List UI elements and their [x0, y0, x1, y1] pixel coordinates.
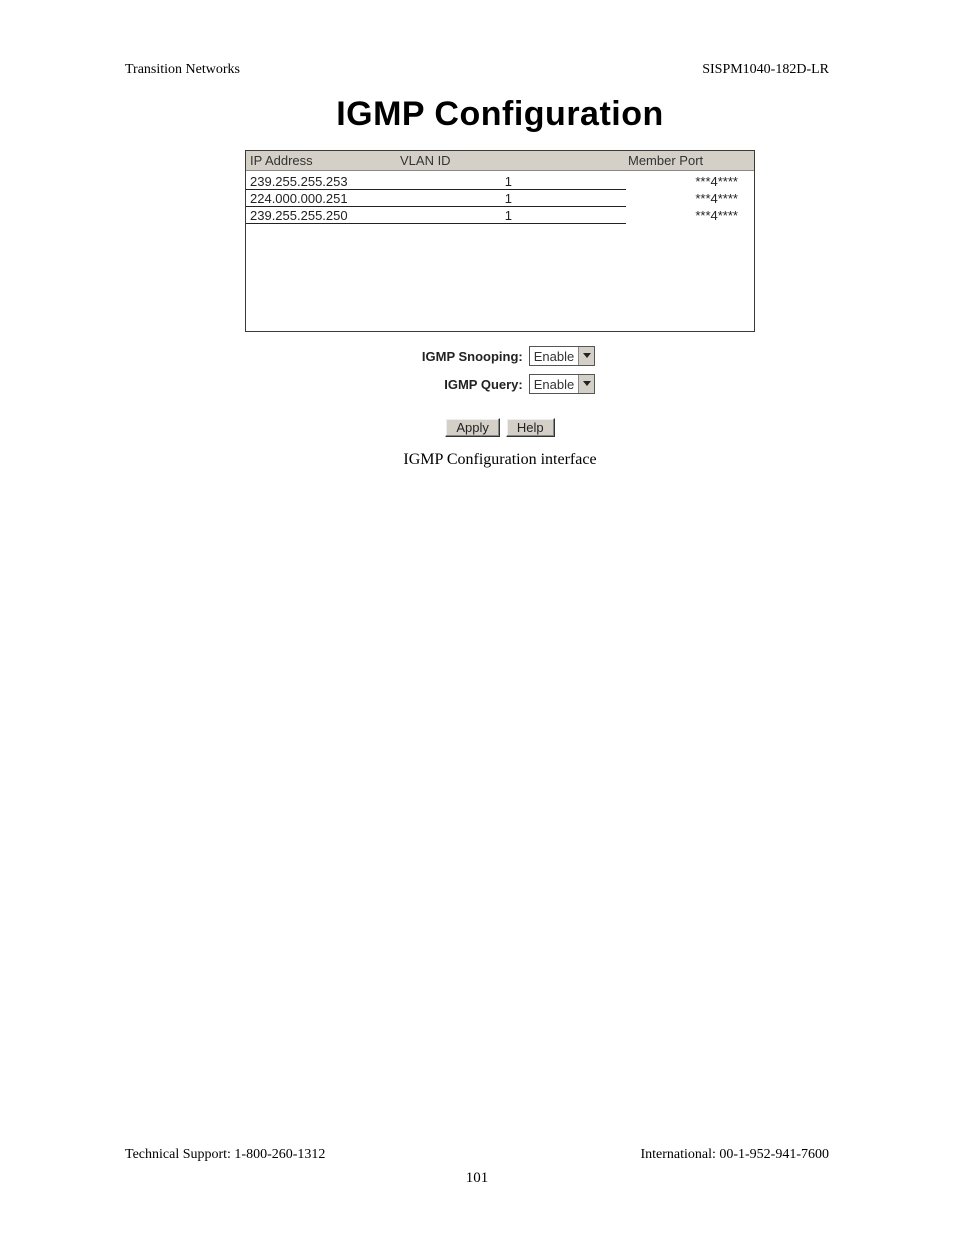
cell-vlan: 1: [396, 207, 516, 224]
table-body: 239.255.255.253 1 ***4**** 224.000.000.2…: [246, 171, 754, 224]
cell-vlan: 1: [396, 190, 516, 207]
cell-member-port: ***4****: [626, 190, 752, 207]
page-title: IGMP Configuration: [245, 95, 755, 134]
footer-left: Technical Support: 1-800-260-1312: [125, 1147, 325, 1163]
igmp-query-label: IGMP Query:: [405, 377, 523, 392]
apply-button[interactable]: Apply: [445, 418, 500, 437]
form-row-query: IGMP Query: Enable: [245, 374, 755, 394]
table-row[interactable]: 239.255.255.250 1 ***4****: [246, 207, 754, 224]
footer-right: International: 00-1-952-941-7600: [640, 1147, 829, 1163]
column-header-port: Member Port: [626, 151, 754, 170]
help-button[interactable]: Help: [506, 418, 555, 437]
header-right: SISPM1040-182D-LR: [702, 62, 829, 78]
figure-caption: IGMP Configuration interface: [245, 451, 755, 469]
table-header-row: IP Address VLAN ID Member Port: [246, 151, 754, 171]
cell-member-port: ***4****: [626, 207, 752, 224]
form-section: IGMP Snooping: Enable IGMP Query: Enable: [245, 346, 755, 394]
select-value: Enable: [530, 349, 578, 364]
chevron-down-icon: [578, 347, 594, 365]
config-panel: IGMP Configuration IP Address VLAN ID Me…: [245, 95, 755, 469]
cell-spacer: [516, 207, 626, 224]
form-row-snooping: IGMP Snooping: Enable: [245, 346, 755, 366]
header-left: Transition Networks: [125, 62, 240, 78]
button-row: Apply Help: [245, 418, 755, 437]
cell-spacer: [516, 190, 626, 207]
cell-ip: 224.000.000.251: [246, 190, 396, 207]
cell-spacer: [516, 173, 626, 190]
chevron-down-icon: [578, 375, 594, 393]
cell-member-port: ***4****: [626, 173, 752, 190]
igmp-query-select[interactable]: Enable: [529, 374, 595, 394]
column-header-vlan: VLAN ID: [396, 151, 626, 170]
cell-vlan: 1: [396, 173, 516, 190]
select-value: Enable: [530, 377, 578, 392]
table-row[interactable]: 239.255.255.253 1 ***4****: [246, 173, 754, 190]
igmp-snooping-label: IGMP Snooping:: [405, 349, 523, 364]
igmp-table: IP Address VLAN ID Member Port 239.255.2…: [245, 150, 755, 332]
cell-ip: 239.255.255.250: [246, 207, 396, 224]
table-row[interactable]: 224.000.000.251 1 ***4****: [246, 190, 754, 207]
igmp-snooping-select[interactable]: Enable: [529, 346, 595, 366]
page-header: Transition Networks SISPM1040-182D-LR: [125, 62, 829, 78]
page-footer: Technical Support: 1-800-260-1312 Intern…: [125, 1147, 829, 1163]
cell-ip: 239.255.255.253: [246, 173, 396, 190]
column-header-ip: IP Address: [246, 151, 396, 170]
page-number: 101: [0, 1170, 954, 1187]
